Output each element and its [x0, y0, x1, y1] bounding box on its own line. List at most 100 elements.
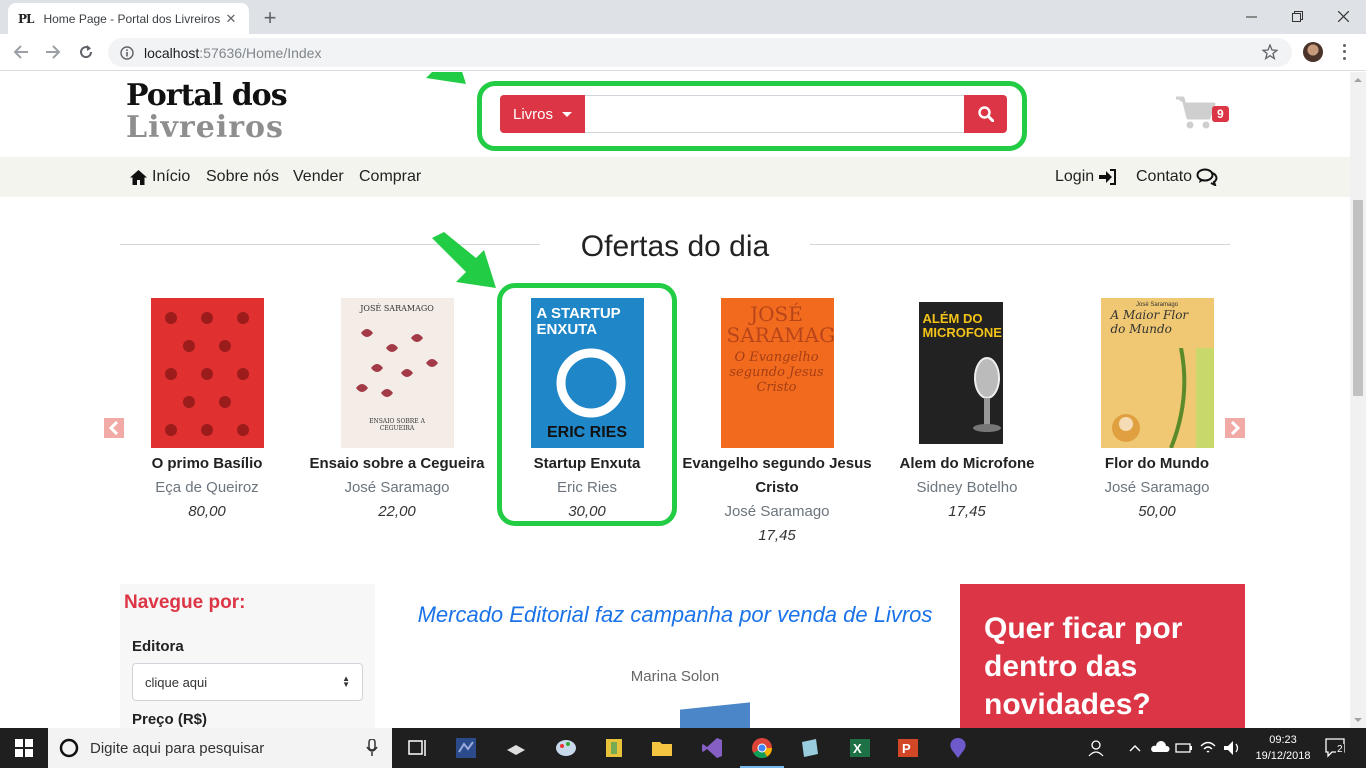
nav-buy-label: Comprar [359, 168, 422, 185]
chevron-up-icon[interactable] [1126, 736, 1150, 760]
volume-icon[interactable] [1222, 736, 1246, 760]
site-logo[interactable]: Portal dos Livreiros [126, 78, 288, 144]
book-card[interactable]: ALÉM DO MICROFONE Alem do Microfone Sidn… [872, 298, 1062, 524]
minimize-icon[interactable] [1228, 2, 1274, 30]
paint-icon[interactable] [554, 736, 578, 760]
close-window-icon[interactable] [1320, 2, 1366, 30]
book-cover[interactable]: JOSÉ SARAMAGO ENSAIO SOBRE A CEGUEIRA [340, 298, 454, 448]
sidebar-title: Navegue por: [124, 592, 246, 613]
browser-tab[interactable]: PL Home Page - Portal dos Livreiros ✕ [8, 3, 249, 34]
book-title[interactable]: O primo Basílio [112, 452, 302, 476]
restore-icon[interactable] [1274, 2, 1320, 30]
scroll-thumb[interactable] [1353, 200, 1363, 396]
visual-studio-icon[interactable] [700, 736, 724, 760]
book-price: 80,00 [188, 503, 226, 520]
notifications-button[interactable]: 2 [1324, 736, 1350, 760]
news-image[interactable] [680, 702, 750, 728]
cover-art [355, 329, 438, 397]
clock-time: 09:23 [1269, 734, 1297, 746]
battery-icon[interactable] [1174, 736, 1198, 760]
nav-sell[interactable]: Vender [293, 168, 344, 186]
reload-icon[interactable] [74, 40, 98, 64]
book-card[interactable]: JOSÉ SARAMAGO ENSAIO SOBRE A CEGUEIRA En… [302, 298, 492, 524]
menu-kebab-icon[interactable] [1337, 42, 1351, 62]
cover-art [1111, 348, 1214, 448]
book-cover[interactable] [150, 298, 264, 448]
select-arrows-icon: ▲ ▼ [342, 674, 350, 689]
paint3d-icon[interactable] [946, 736, 970, 760]
microphone-icon[interactable] [366, 739, 378, 757]
browser-tab-strip: PL Home Page - Portal dos Livreiros ✕ + [0, 0, 1366, 34]
nav-buy[interactable]: Comprar [359, 168, 421, 186]
page-scrollbar[interactable] [1350, 72, 1366, 728]
category-label: Livros [513, 105, 554, 123]
onedrive-icon[interactable] [1150, 736, 1174, 760]
nav-contact[interactable]: Contato [1136, 168, 1218, 186]
book-title[interactable]: Ensaio sobre a Cegueira [302, 452, 492, 476]
nav-login[interactable]: Login [1055, 168, 1117, 186]
clock[interactable]: 09:23 19/12/2018 [1252, 732, 1314, 764]
book-card[interactable]: José Saramago A Maior Flor do Mundo Flor… [1062, 298, 1252, 524]
cart-icon[interactable] [1176, 96, 1216, 130]
cover-author: JOSÉ SARAMAGO [360, 304, 434, 313]
nav-about[interactable]: Sobre nós [206, 168, 279, 186]
book-price: 30,00 [568, 503, 606, 520]
book-author: José Saramago [1104, 479, 1210, 496]
forward-icon[interactable] [41, 40, 65, 64]
book-price: 22,00 [378, 503, 416, 520]
url-host: localhost [144, 44, 200, 61]
profile-avatar[interactable] [1303, 42, 1323, 62]
book-price: 17,45 [758, 527, 796, 544]
people-icon[interactable] [1088, 736, 1112, 760]
file-explorer-icon[interactable] [650, 736, 674, 760]
newsletter-promo: Quer ficar por dentro das novidades? [960, 584, 1245, 728]
category-dropdown[interactable]: Livros [500, 95, 586, 133]
drive-icon[interactable] [504, 736, 528, 760]
nav-sell-label: Vender [293, 168, 344, 185]
book-cover[interactable]: A STARTUP ENXUTA ERIC RIES [530, 298, 644, 448]
book-title[interactable]: Alem do Microfone [872, 452, 1062, 476]
book-title[interactable]: Startup Enxuta [492, 452, 682, 476]
cover-author: ERIC RIES [546, 424, 627, 441]
nav-login-label: Login [1055, 168, 1095, 185]
back-icon[interactable] [9, 40, 33, 64]
windows-start-icon[interactable] [12, 736, 36, 760]
search-button[interactable] [964, 95, 1007, 133]
book-card[interactable]: JOSÉ SARAMAGO O Evangelho segundo Jesus … [682, 298, 872, 548]
nav-home[interactable]: Início [129, 168, 190, 186]
book-card[interactable]: O primo Basílio Eça de Queiroz 80,00 [112, 298, 302, 524]
search-group: Livros [500, 95, 1007, 133]
publisher-select[interactable]: clique aqui ▲ ▼ [132, 663, 363, 701]
clock-date: 19/12/2018 [1255, 750, 1311, 762]
wifi-icon[interactable] [1198, 736, 1222, 760]
bookmark-star-icon[interactable] [1262, 44, 1278, 60]
archive-icon[interactable] [602, 736, 626, 760]
cortana-icon [59, 738, 79, 758]
task-view-icon[interactable] [406, 736, 430, 760]
book-title[interactable]: Flor do Mundo [1062, 452, 1252, 476]
new-tab-icon[interactable]: + [258, 5, 282, 31]
book-card[interactable]: A STARTUP ENXUTA ERIC RIES Startup Enxut… [492, 298, 682, 524]
book-cover[interactable]: José Saramago A Maior Flor do Mundo [1100, 298, 1214, 448]
logo-line1: Portal dos [126, 78, 288, 113]
scroll-down-icon[interactable] [1350, 714, 1366, 726]
nav-contact-label: Contato [1136, 168, 1193, 185]
address-bar[interactable]: localhost:57636/Home/Index [108, 38, 1292, 67]
chrome-icon[interactable] [750, 736, 774, 760]
cover-title: O Evangelho segundo Jesus Cristo [729, 350, 824, 395]
notes-icon[interactable] [798, 736, 822, 760]
divider-right [810, 244, 1230, 245]
search-input[interactable] [585, 95, 964, 133]
scroll-up-icon[interactable] [1350, 74, 1366, 86]
book-cover[interactable]: ALÉM DO MICROFONE [910, 298, 1024, 448]
book-title[interactable]: Evangelho segundo Jesus Cristo [682, 452, 872, 500]
url-text: localhost:57636/Home/Index [144, 45, 321, 61]
book-cover[interactable]: JOSÉ SARAMAGO O Evangelho segundo Jesus … [720, 298, 834, 448]
info-icon[interactable] [120, 45, 134, 60]
workbench-icon[interactable] [454, 736, 478, 760]
powerpoint-icon[interactable]: P [896, 736, 920, 760]
news-headline-link[interactable]: Mercado Editorial faz campanha por venda… [410, 600, 940, 629]
tab-close-icon[interactable]: ✕ [223, 11, 239, 27]
taskbar-search[interactable]: Digite aqui para pesquisar [48, 728, 392, 768]
excel-icon[interactable]: X [848, 736, 872, 760]
